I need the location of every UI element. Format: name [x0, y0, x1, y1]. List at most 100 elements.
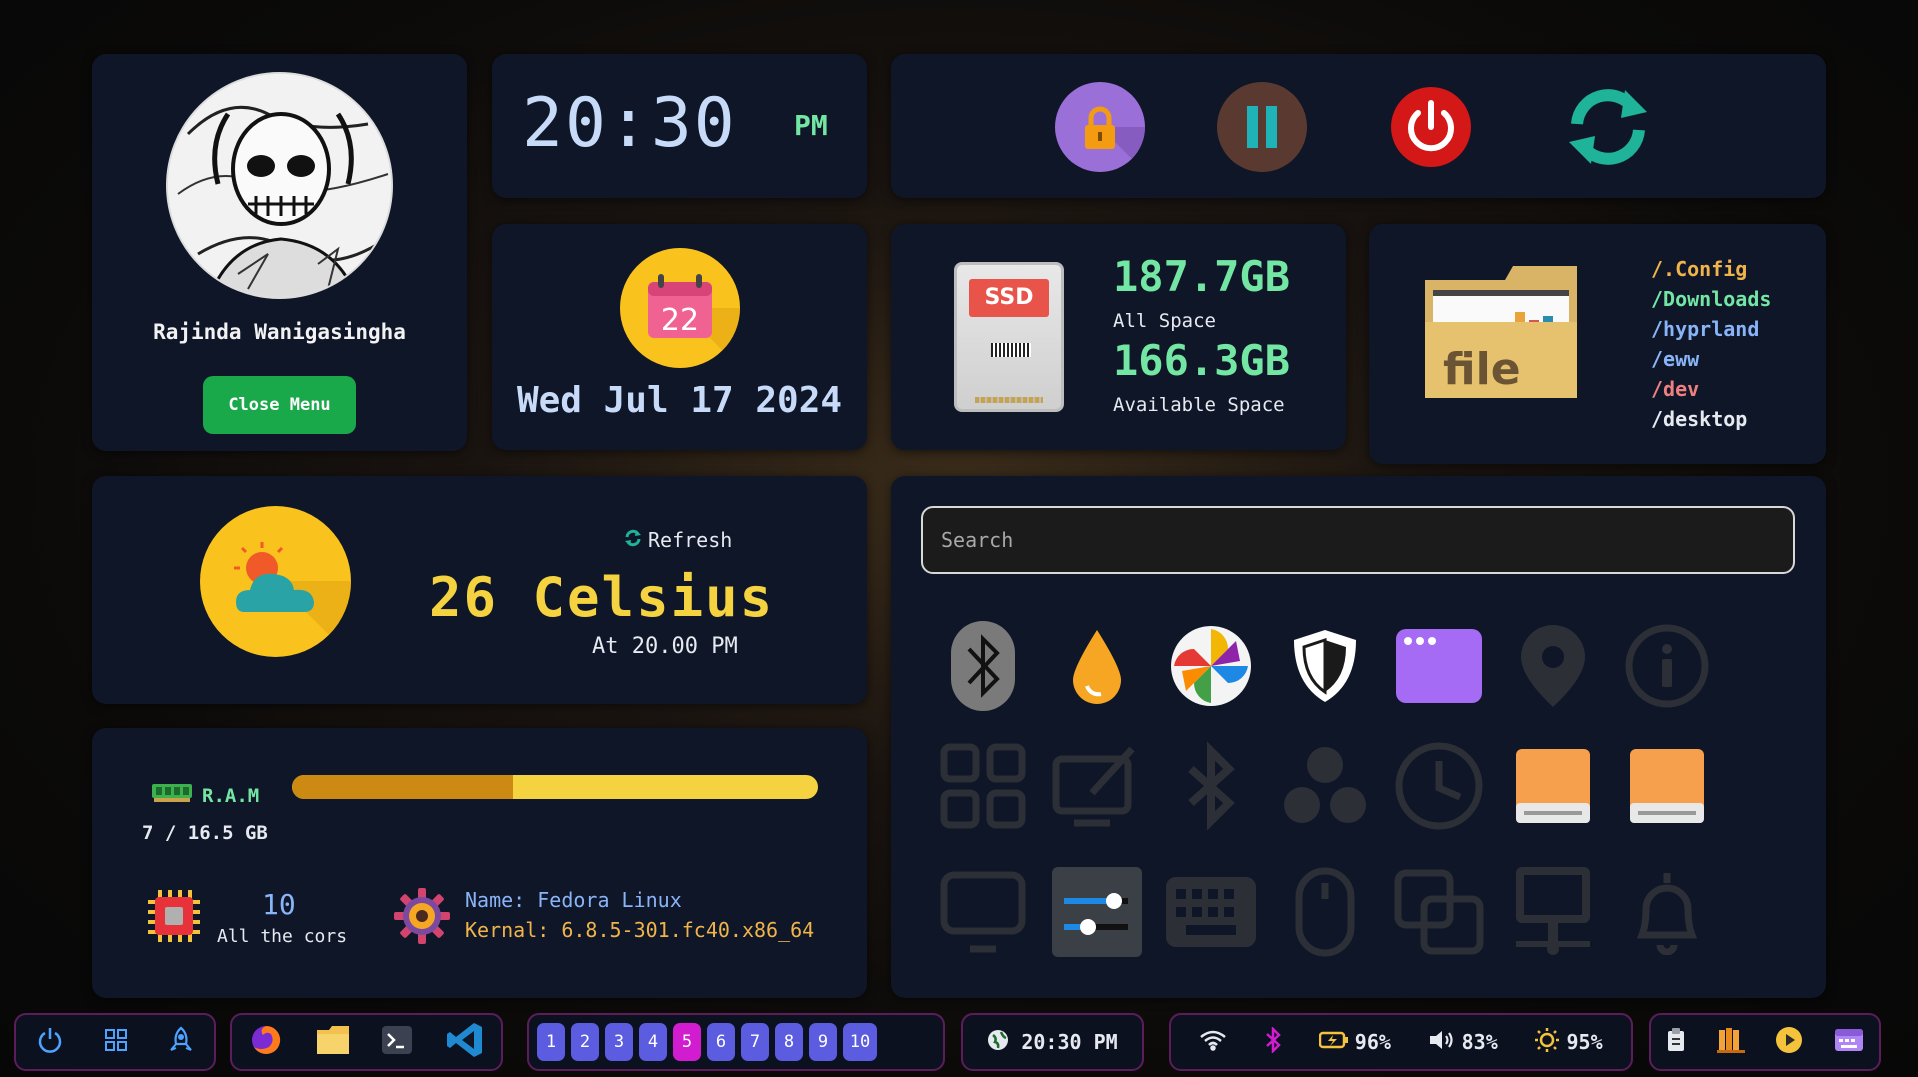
vscode-icon[interactable] [446, 1021, 484, 1063]
drive-icon[interactable] [1503, 736, 1603, 836]
workspace-button[interactable]: 8 [775, 1023, 803, 1061]
pinwheel-icon[interactable] [1161, 616, 1261, 716]
monitor-icon[interactable] [933, 862, 1033, 962]
workspace-button[interactable]: 5 [673, 1023, 701, 1061]
location-icon[interactable] [1503, 616, 1603, 716]
bluetooth-settings-icon[interactable] [1161, 736, 1261, 836]
os-kernel: Kernal: 6.8.5-301.fc40.x86_64 [465, 918, 815, 942]
close-menu-button[interactable]: Close Menu [203, 376, 356, 434]
all-space-value: 187.7GB [1113, 252, 1291, 301]
folder-link[interactable]: /.Config [1651, 254, 1771, 284]
copy-icon[interactable] [1389, 862, 1489, 962]
taskbar-time: 20:30 PM [1021, 1030, 1118, 1054]
launcher-card [891, 476, 1826, 998]
workspace-button[interactable]: 10 [843, 1023, 877, 1061]
reload-button[interactable] [1563, 82, 1653, 172]
ram-label: R.A.M [202, 784, 260, 807]
folder-list: /.Config/Downloads/hyprland/eww/dev/desk… [1651, 254, 1771, 434]
folder-link[interactable]: /Downloads [1651, 284, 1771, 314]
volume-status[interactable]: 83% [1428, 1028, 1498, 1056]
lock-icon [1055, 106, 1145, 172]
system-card: R.A.M 7 / 16.5 GB 10 All the cors Name: … [92, 728, 867, 998]
screen-edit-icon[interactable] [1047, 736, 1147, 836]
calendar-icon: 22 [620, 248, 740, 368]
folder-icon-text: file [1443, 344, 1521, 395]
terminal-icon[interactable] [382, 1026, 413, 1058]
circles-icon[interactable] [1275, 736, 1375, 836]
profile-name: Rajinda Wanigasingha [153, 320, 406, 344]
storage-card: SSD 187.7GB All Space 166.3GB Available … [891, 224, 1346, 450]
workspace-button[interactable]: 4 [639, 1023, 667, 1061]
taskbar-status: 96% 83% 95% [1169, 1013, 1633, 1071]
volume-level: 83% [1461, 1030, 1498, 1054]
shield-icon[interactable] [1275, 616, 1375, 716]
drive-icon[interactable] [1617, 736, 1717, 836]
pause-button[interactable] [1217, 82, 1307, 172]
all-space-label: All Space [1113, 310, 1216, 332]
weather-updated-at: At 20.00 PM [592, 634, 738, 659]
folder-link[interactable]: /hyprland [1651, 314, 1771, 344]
rocket-icon[interactable] [168, 1026, 194, 1058]
folder-icon: file [1425, 266, 1577, 398]
firefox-icon[interactable] [249, 1023, 283, 1061]
desktop-network-icon[interactable] [1503, 862, 1603, 962]
wifi-icon[interactable] [1199, 1029, 1227, 1055]
workspace-button[interactable]: 3 [605, 1023, 633, 1061]
battery-level: 96% [1354, 1030, 1391, 1054]
settings-gear-icon [392, 886, 452, 946]
power-button[interactable] [1391, 87, 1471, 167]
window-icon[interactable] [1389, 616, 1489, 716]
ram-progress-bar [292, 775, 818, 799]
lock-button[interactable] [1055, 82, 1145, 172]
water-drop-icon[interactable] [1047, 616, 1147, 716]
ssd-connector [975, 397, 1043, 403]
keyboard-layout-icon[interactable] [1834, 1028, 1864, 1056]
keyboard-icon[interactable] [1161, 862, 1261, 962]
power-icon[interactable] [36, 1026, 64, 1058]
workspace-button[interactable]: 9 [809, 1023, 837, 1061]
grid-icon[interactable] [933, 736, 1033, 836]
battery-status[interactable]: 96% [1318, 1030, 1391, 1054]
ram-usage: 7 / 16.5 GB [142, 822, 268, 844]
workspace-button[interactable]: 6 [707, 1023, 735, 1061]
sliders-icon[interactable] [1047, 862, 1147, 962]
clock-icon[interactable] [1389, 736, 1489, 836]
workspace-button[interactable]: 7 [741, 1023, 769, 1061]
folder-link[interactable]: /desktop [1651, 404, 1771, 434]
taskbar-clock: 20:30 PM [961, 1013, 1144, 1071]
reload-icon [1563, 89, 1653, 172]
bell-icon[interactable] [1617, 862, 1717, 962]
date-card: 22 Wed Jul 17 2024 [492, 224, 867, 450]
workspace-button[interactable]: 1 [537, 1023, 565, 1061]
cpu-icon [146, 888, 202, 944]
clipboard-icon[interactable] [1666, 1027, 1686, 1057]
refresh-button[interactable]: Refresh [624, 528, 732, 552]
power-card [891, 54, 1826, 198]
folder-link[interactable]: /dev [1651, 374, 1771, 404]
available-space-value: 166.3GB [1113, 336, 1291, 385]
mouse-icon[interactable] [1275, 862, 1375, 962]
power-icon [1391, 100, 1471, 167]
clock-time: 20:30 [522, 84, 737, 163]
avatar [166, 72, 393, 299]
workspace-button[interactable]: 2 [571, 1023, 599, 1061]
folders-card: file /.Config/Downloads/hyprland/eww/dev… [1369, 224, 1826, 464]
refresh-label: Refresh [648, 528, 733, 552]
bluetooth-icon[interactable] [933, 616, 1033, 716]
ssd-barcode [991, 343, 1031, 357]
apps-grid-icon[interactable] [104, 1028, 128, 1056]
brightness-status[interactable]: 95% [1534, 1027, 1603, 1057]
info-icon[interactable] [1617, 616, 1717, 716]
os-name: Name: Fedora Linux [465, 888, 682, 912]
cores-count: 10 [262, 888, 296, 921]
folder-link[interactable]: /eww [1651, 344, 1771, 374]
ssd-icon: SSD [954, 262, 1064, 412]
taskbar-system [14, 1013, 216, 1071]
media-player-icon[interactable] [1775, 1026, 1803, 1058]
books-icon[interactable] [1716, 1026, 1745, 1058]
ram-heading: R.A.M [152, 782, 259, 809]
bluetooth-icon[interactable] [1264, 1025, 1282, 1057]
folder-icon[interactable] [316, 1026, 349, 1058]
date-text: Wed Jul 17 2024 [516, 380, 843, 421]
search-input[interactable] [921, 506, 1795, 574]
